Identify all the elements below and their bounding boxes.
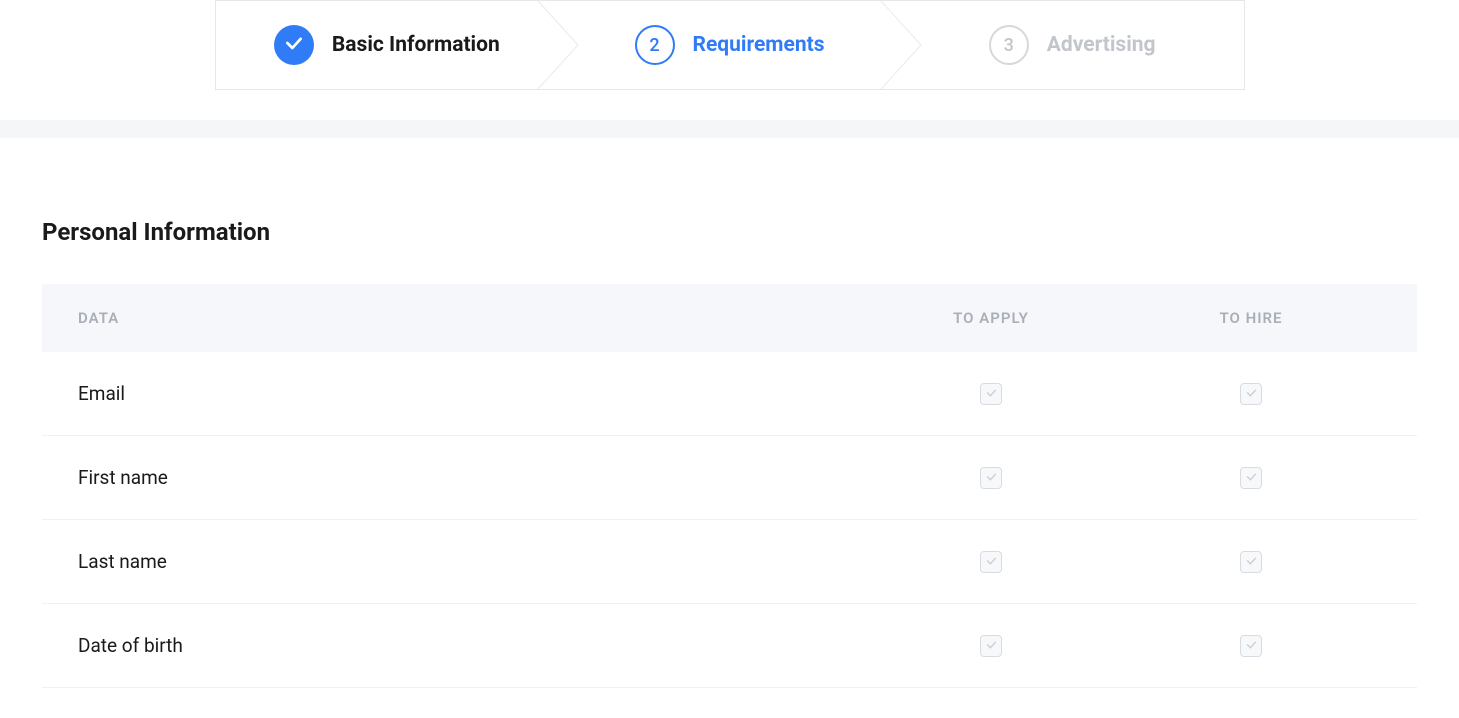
cell-to-apply — [861, 467, 1121, 489]
step-basic-information[interactable]: Basic Information — [216, 1, 559, 89]
cell-to-hire — [1121, 635, 1381, 657]
row-label: Date of birth — [78, 634, 861, 657]
checkbox-to-hire-email[interactable] — [1240, 383, 1262, 405]
content-panel: Personal Information DATA TO APPLY TO HI… — [0, 138, 1459, 718]
step-circle-completed — [274, 25, 314, 65]
requirements-table: DATA TO APPLY TO HIRE Email First name — [42, 284, 1417, 688]
checkbox-to-apply-first-name[interactable] — [980, 467, 1002, 489]
section-gap — [0, 120, 1459, 138]
check-icon — [1245, 552, 1258, 571]
step-number: 3 — [1004, 35, 1014, 56]
checkbox-to-apply-date-of-birth[interactable] — [980, 635, 1002, 657]
table-row: First name — [42, 436, 1417, 520]
check-icon — [985, 468, 998, 487]
step-advertising[interactable]: 3 Advertising — [901, 1, 1244, 89]
stepper-container: Basic Information 2 Requirements 3 Adver… — [0, 0, 1459, 120]
cell-to-apply — [861, 551, 1121, 573]
column-header-to-apply: TO APPLY — [861, 309, 1121, 327]
row-label: Last name — [78, 550, 861, 573]
table-header: DATA TO APPLY TO HIRE — [42, 284, 1417, 352]
check-icon — [1245, 468, 1258, 487]
check-icon — [284, 33, 304, 58]
checkbox-to-hire-first-name[interactable] — [1240, 467, 1262, 489]
cell-to-hire — [1121, 383, 1381, 405]
checkbox-to-hire-last-name[interactable] — [1240, 551, 1262, 573]
row-label: First name — [78, 466, 861, 489]
cell-to-apply — [861, 635, 1121, 657]
step-label: Basic Information — [332, 33, 500, 57]
checkbox-to-apply-last-name[interactable] — [980, 551, 1002, 573]
step-circle-active: 2 — [635, 25, 675, 65]
cell-to-hire — [1121, 551, 1381, 573]
check-icon — [1245, 384, 1258, 403]
column-header-data: DATA — [78, 309, 861, 327]
cell-to-hire — [1121, 467, 1381, 489]
step-label: Advertising — [1047, 33, 1156, 57]
column-header-to-hire: TO HIRE — [1121, 309, 1381, 327]
check-icon — [985, 636, 998, 655]
checkbox-to-hire-date-of-birth[interactable] — [1240, 635, 1262, 657]
row-label: Email — [78, 382, 861, 405]
step-requirements[interactable]: 2 Requirements — [558, 1, 901, 89]
table-row: Date of birth — [42, 604, 1417, 688]
table-row: Last name — [42, 520, 1417, 604]
step-number: 2 — [649, 35, 659, 56]
check-icon — [985, 552, 998, 571]
step-label: Requirements — [693, 33, 825, 57]
step-circle-inactive: 3 — [989, 25, 1029, 65]
check-icon — [985, 384, 998, 403]
cell-to-apply — [861, 383, 1121, 405]
checkbox-to-apply-email[interactable] — [980, 383, 1002, 405]
stepper: Basic Information 2 Requirements 3 Adver… — [215, 0, 1245, 90]
section-title: Personal Information — [42, 218, 1417, 246]
check-icon — [1245, 636, 1258, 655]
table-row: Email — [42, 352, 1417, 436]
